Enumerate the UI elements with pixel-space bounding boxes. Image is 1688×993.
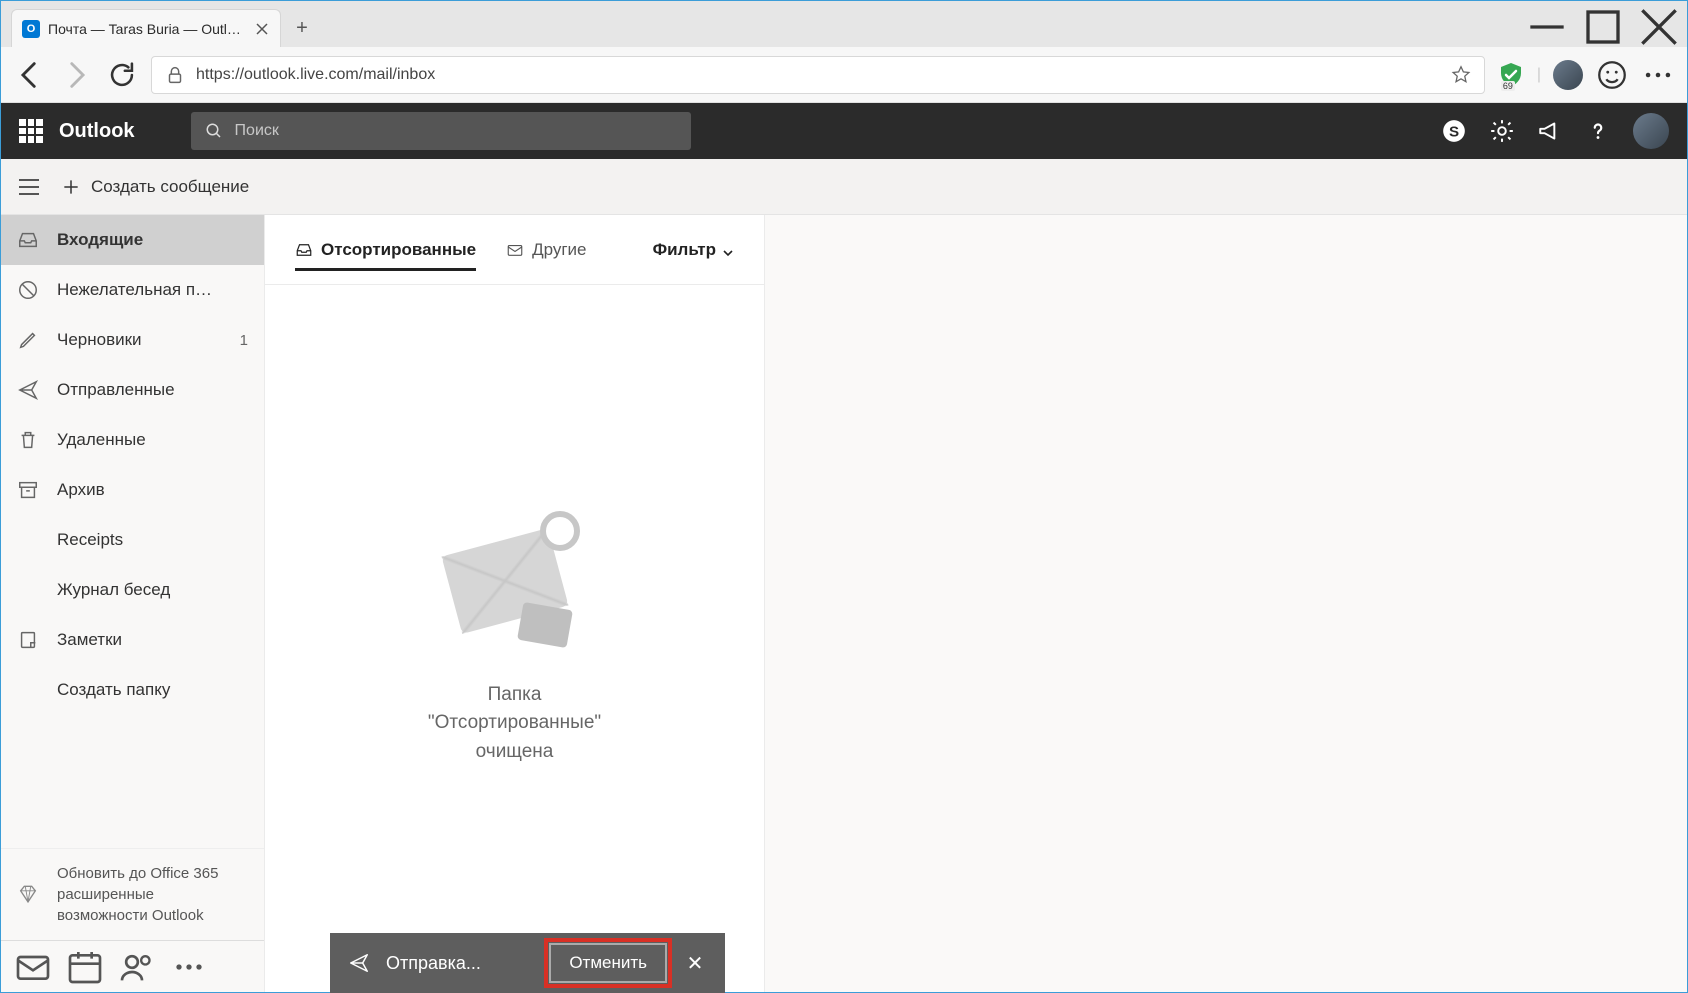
settings-gear-icon[interactable] (1489, 118, 1515, 144)
folder-junk[interactable]: Нежелательная п… (1, 265, 264, 315)
address-bar[interactable] (151, 56, 1485, 94)
folder-count: 1 (240, 332, 248, 349)
nav-back-button[interactable] (13, 58, 47, 92)
inbox-focused-icon (295, 241, 313, 259)
folder-label: Отправленные (57, 380, 248, 400)
inbox-other-icon (506, 241, 524, 259)
send-icon (348, 952, 370, 974)
window-close-button[interactable] (1631, 7, 1687, 47)
calendar-module-icon[interactable] (61, 947, 109, 987)
inbox-tabs: Отсортированные Другие Фильтр (265, 215, 764, 285)
folder-label: Нежелательная п… (57, 280, 248, 300)
browser-tab[interactable]: O Почта — Taras Buria — Outlook (11, 9, 281, 47)
profile-avatar-icon[interactable] (1553, 60, 1583, 90)
brand-label: Outlook (59, 120, 135, 143)
compose-button[interactable]: Создать сообщение (61, 177, 249, 197)
search-icon (205, 122, 223, 140)
inbox-icon (17, 229, 39, 251)
folder-archive[interactable]: Архив (1, 465, 264, 515)
folder-label: Создать папку (57, 680, 248, 700)
skype-icon[interactable]: S (1441, 118, 1467, 144)
reading-pane (765, 215, 1687, 992)
send-icon (17, 379, 39, 401)
nav-forward-button[interactable] (59, 58, 93, 92)
filter-dropdown[interactable]: Фильтр (653, 240, 734, 260)
folder-label: Журнал бесед (57, 580, 248, 600)
tab-other[interactable]: Другие (506, 232, 586, 268)
cancel-send-button[interactable]: Отменить (549, 943, 667, 983)
browser-toolbar: 69 | (1, 47, 1687, 103)
folder-sent[interactable]: Отправленные (1, 365, 264, 415)
nav-refresh-button[interactable] (105, 58, 139, 92)
url-input[interactable] (196, 66, 1440, 84)
people-module-icon[interactable] (113, 947, 161, 987)
module-switcher (1, 940, 264, 992)
folder-label: Receipts (57, 530, 248, 550)
browser-menu-button[interactable] (1641, 58, 1675, 92)
app-launcher-icon[interactable] (19, 119, 43, 143)
trash-icon (17, 429, 39, 451)
compose-label: Создать сообщение (91, 177, 249, 197)
user-avatar[interactable] (1633, 113, 1669, 149)
pencil-icon (17, 329, 39, 351)
folder-label: Заметки (57, 630, 248, 650)
upgrade-link[interactable]: Обновить до Office 365 расширенные возмо… (1, 848, 264, 940)
search-box[interactable] (191, 112, 691, 150)
block-icon (17, 279, 39, 301)
folder-label: Входящие (57, 230, 248, 250)
note-icon (17, 629, 39, 651)
help-icon[interactable] (1585, 118, 1611, 144)
search-input[interactable] (235, 122, 677, 140)
lock-icon (164, 64, 186, 86)
empty-state: Папка "Отсортированные" очищена (265, 285, 764, 992)
window-maximize-button[interactable] (1575, 7, 1631, 47)
folder-label: Удаленные (57, 430, 248, 450)
favorite-star-icon[interactable] (1450, 64, 1472, 86)
empty-illustration-icon (440, 511, 590, 651)
folder-deleted[interactable]: Удаленные (1, 415, 264, 465)
feedback-smiley-icon[interactable] (1595, 58, 1629, 92)
megaphone-icon[interactable] (1537, 118, 1563, 144)
app-header: Outlook S (1, 103, 1687, 159)
plus-icon (61, 177, 81, 197)
svg-text:S: S (1449, 123, 1459, 140)
window-minimize-button[interactable] (1519, 7, 1575, 47)
archive-icon (17, 479, 39, 501)
folder-label: Архив (57, 480, 248, 500)
send-toast: Отправка... Отменить ✕ (330, 933, 725, 993)
window-titlebar: O Почта — Taras Buria — Outlook + (1, 1, 1687, 47)
folder-label: Черновики (57, 330, 222, 350)
folder-notes[interactable]: Заметки (1, 615, 264, 665)
folder-newfolder[interactable]: Создать папку (1, 665, 264, 715)
chevron-down-icon (722, 244, 734, 256)
nav-toggle-button[interactable] (15, 173, 43, 201)
extension-badge: 69 (1501, 81, 1515, 91)
folder-drafts[interactable]: Черновики 1 (1, 315, 264, 365)
toast-message: Отправка... (386, 953, 533, 974)
more-modules-icon[interactable] (165, 947, 213, 987)
tab-close-icon[interactable] (254, 21, 270, 37)
diamond-icon (17, 863, 39, 926)
toast-close-icon[interactable]: ✕ (683, 951, 707, 975)
tab-focused[interactable]: Отсортированные (295, 232, 476, 271)
tab-title: Почта — Taras Buria — Outlook (48, 21, 246, 37)
new-tab-button[interactable]: + (285, 11, 319, 45)
adblock-extension-icon[interactable]: 69 (1497, 61, 1525, 89)
folder-chatlog[interactable]: Журнал бесед (1, 565, 264, 615)
mail-module-icon[interactable] (9, 947, 57, 987)
outlook-favicon: O (22, 20, 40, 38)
folder-inbox[interactable]: Входящие (1, 215, 264, 265)
upgrade-text: Обновить до Office 365 расширенные возмо… (57, 863, 248, 926)
folder-receipts[interactable]: Receipts (1, 515, 264, 565)
message-list-pane: Отсортированные Другие Фильтр Папка "Отс… (265, 215, 765, 992)
command-bar: Создать сообщение (1, 159, 1687, 215)
folder-sidebar: Входящие Нежелательная п… Черновики 1 Отправ… (1, 215, 265, 992)
